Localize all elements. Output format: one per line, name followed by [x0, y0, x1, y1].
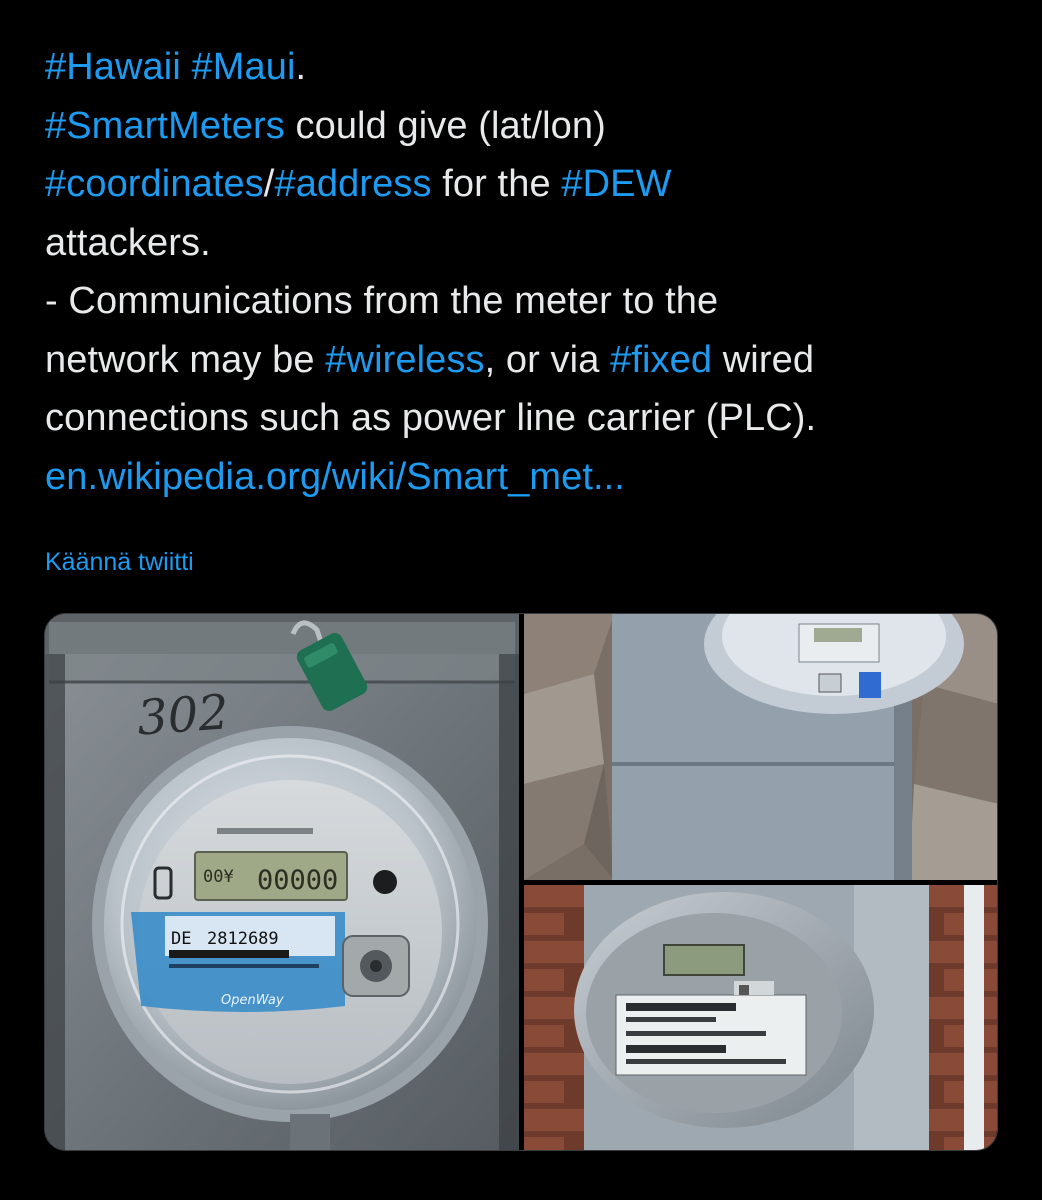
tweet-line: attackers. — [45, 221, 211, 264]
text-span: . — [295, 46, 307, 88]
text-span — [181, 46, 192, 88]
tweet-line: network may be #wireless, or via #fixed … — [45, 331, 1005, 390]
translate-tweet-link[interactable]: Käännä twiitti — [45, 544, 194, 580]
hashtag-wireless-link[interactable]: #wireless — [325, 339, 484, 381]
media-grid: 302 00¥ 00000 DE 2812689 OpenWay — [44, 613, 998, 1151]
tweet-line: - Communications from the meter to the — [45, 280, 719, 322]
meter-handwritten-number: 302 — [135, 684, 230, 746]
hashtag-maui-link[interactable]: #Maui — [192, 46, 296, 88]
lcd-main-readout: 00000 — [257, 865, 338, 896]
meter-closeup-image: 302 00¥ 00000 DE 2812689 OpenWay — [45, 614, 519, 1150]
smart-meter-photo-brick[interactable] — [524, 885, 997, 1150]
smart-meter-photo-main[interactable]: 302 00¥ 00000 DE 2812689 OpenWay — [45, 614, 519, 1150]
lcd-left-readout: 00¥ — [203, 867, 234, 887]
hashtag-smartmeters-link[interactable]: #SmartMeters — [45, 105, 285, 147]
text-span: could give (lat/lon) — [284, 104, 606, 147]
tweet-text: #Hawaii #Maui. #SmartMeters could give (… — [45, 38, 1005, 506]
tweet-line: #SmartMeters could give (lat/lon) — [45, 97, 1005, 156]
meter-on-brick-image — [524, 885, 997, 1150]
smart-meter-photo-wall[interactable] — [524, 614, 997, 880]
serial-prefix: DE — [171, 929, 191, 949]
meter-brand: OpenWay — [221, 993, 284, 1008]
hashtag-fixed-link[interactable]: #fixed — [610, 339, 712, 381]
text-span: / — [263, 163, 275, 205]
tweet-line: en.wikipedia.org/wiki/Smart_met... — [45, 448, 1005, 507]
tweet-line: #Hawaii #Maui. — [45, 38, 1005, 97]
text-span: , or via — [484, 338, 611, 381]
serial-number: 2812689 — [207, 929, 279, 949]
meter-on-wall-image — [524, 614, 997, 880]
wikipedia-url-link[interactable]: en.wikipedia.org/wiki/Smart_met... — [45, 456, 625, 498]
tweet-line: connections such as power line carrier (… — [45, 397, 817, 439]
hashtag-hawaii-link[interactable]: #Hawaii — [45, 46, 181, 88]
hashtag-dew-link[interactable]: #DEW — [561, 163, 671, 205]
text-span: wired — [712, 338, 815, 381]
text-span: for the — [431, 163, 562, 205]
hashtag-address-link[interactable]: #address — [274, 163, 431, 205]
tweet-line: #coordinates/#address for the #DEW — [45, 155, 1005, 214]
text-span: network may be — [45, 338, 326, 381]
hashtag-coordinates-link[interactable]: #coordinates — [45, 163, 264, 205]
